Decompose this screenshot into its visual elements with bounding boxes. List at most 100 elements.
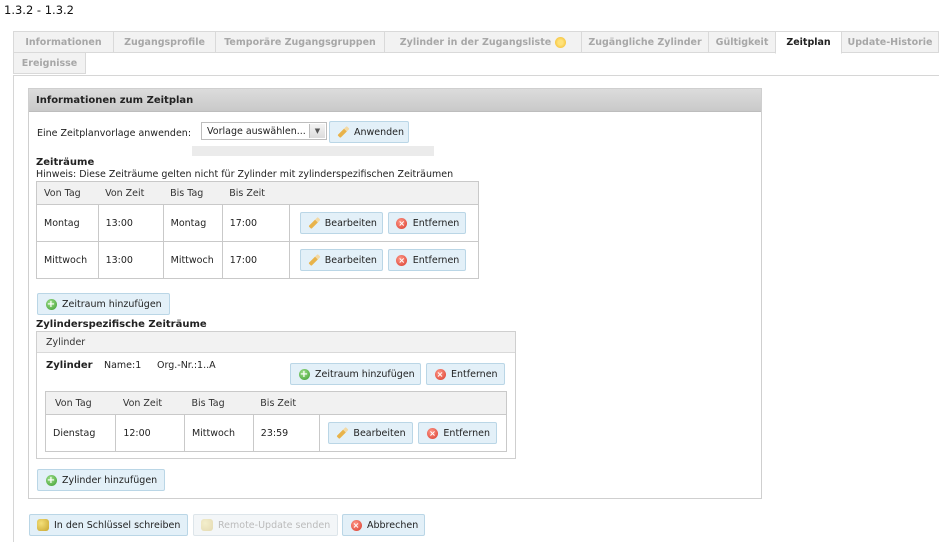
cell-to-day: Montag — [162, 204, 223, 242]
edit-button[interactable]: Bearbeiten — [328, 422, 414, 444]
cylinder-org-number: Org.-Nr.:1..A — [157, 360, 216, 371]
tab-label: Temporäre Zugangsgruppen — [224, 36, 376, 48]
remove-button[interactable]: × Entfernen — [418, 422, 498, 444]
edit-button[interactable]: Bearbeiten — [299, 249, 383, 271]
tab-gueltigkeit[interactable]: Gültigkeit — [708, 31, 776, 53]
tab-zugangsprofile[interactable]: Zugangsprofile — [113, 31, 216, 53]
edit-button[interactable]: Bearbeiten — [299, 212, 383, 234]
remove-icon: × — [426, 427, 438, 439]
column-header: Von Tag — [45, 391, 116, 415]
cell-actions: Bearbeiten × Entfernen — [288, 204, 480, 242]
write-to-key-button[interactable]: In den Schlüssel schreiben — [29, 514, 188, 536]
button-label: Entfernen — [412, 217, 460, 229]
button-label: Entfernen — [412, 254, 460, 266]
column-header: Bis Tag — [184, 391, 254, 415]
cell-from-day: Dienstag — [44, 414, 117, 452]
timeframes-hint: Hinweis: Diese Zeiträume gelten nicht fü… — [36, 169, 454, 180]
cell-actions: Bearbeiten × Entfernen — [319, 414, 507, 452]
pencil-icon — [337, 126, 349, 138]
table-row: Dienstag 12:00 Mittwoch 23:59 Bearbeiten… — [44, 414, 507, 452]
button-label: Entfernen — [443, 427, 490, 439]
cylinder-remove-button[interactable]: × Entfernen — [426, 363, 505, 385]
cell-to-time: 17:00 — [221, 241, 290, 279]
button-label: Zeitraum hinzufügen — [315, 368, 415, 380]
remove-icon: × — [434, 368, 446, 380]
cylinder-label: Zylinder — [46, 360, 93, 371]
cell-from-day: Montag — [36, 204, 99, 242]
add-timeframe-button[interactable]: + Zeitraum hinzufügen — [37, 293, 170, 315]
cylinder-name: Name:1 — [104, 360, 142, 371]
table-row: Montag 13:00 Montag 17:00 Bearbeiten × E… — [36, 204, 480, 242]
cancel-button[interactable]: × Abbrechen — [342, 514, 425, 536]
column-header: Von Zeit — [98, 181, 164, 205]
button-label: Bearbeiten — [353, 427, 406, 439]
cylinder-add-timeframe-button[interactable]: + Zeitraum hinzufügen — [290, 363, 421, 385]
timeframes-title: Zeiträume — [36, 157, 95, 168]
column-header-actions — [289, 181, 479, 205]
cell-from-day: Mittwoch — [36, 241, 99, 279]
tab-label: Zugangsprofile — [124, 36, 205, 48]
button-label: Zylinder hinzufügen — [62, 474, 158, 486]
template-label: Eine Zeitplanvorlage anwenden: — [37, 128, 192, 139]
table-header-row: Von Tag Von Zeit Bis Tag Bis Zeit — [36, 181, 479, 205]
tab-zugaengliche-zylinder[interactable]: Zugängliche Zylinder — [581, 31, 709, 53]
button-label: Zeitraum hinzufügen — [62, 298, 162, 310]
table-header-row: Von Tag Von Zeit Bis Tag Bis Zeit — [45, 391, 507, 415]
add-icon: + — [45, 474, 57, 486]
add-icon: + — [45, 298, 57, 310]
key-icon — [37, 519, 49, 531]
remote-update-button[interactable]: Remote-Update senden — [193, 514, 338, 536]
tab-update-historie[interactable]: Update-Historie — [841, 31, 939, 53]
column-header: Bis Zeit — [253, 391, 320, 415]
button-label: Remote-Update senden — [218, 519, 331, 531]
column-header: Bis Tag — [163, 181, 223, 205]
table-row: Mittwoch 13:00 Mittwoch 17:00 Bearbeiten… — [36, 241, 480, 279]
tab-label: Informationen — [25, 36, 102, 48]
cell-from-time: 13:00 — [97, 241, 164, 279]
tab-zylinder-in-zugangsliste[interactable]: Zylinder in der Zugangsliste — [384, 31, 582, 53]
tab-label: Ereignisse — [21, 57, 78, 69]
cell-from-time: 12:00 — [115, 414, 185, 452]
button-label: Bearbeiten — [324, 217, 377, 229]
panel-header: Informationen zum Zeitplan — [29, 89, 761, 112]
pencil-icon — [336, 427, 348, 439]
cell-actions: Bearbeiten × Entfernen — [288, 241, 480, 279]
tab-label: Zylinder in der Zugangsliste — [399, 36, 552, 48]
tab-ereignisse[interactable]: Ereignisse — [13, 52, 86, 74]
column-header: Bis Zeit — [222, 181, 290, 205]
column-header-actions — [319, 391, 507, 415]
cell-to-time: 23:59 — [252, 414, 321, 452]
pencil-icon — [308, 254, 320, 266]
template-select[interactable]: Vorlage auswählen... ▼ — [201, 122, 327, 140]
cell-from-time: 13:00 — [97, 204, 164, 242]
divider-strip — [192, 146, 434, 156]
tab-informationen[interactable]: Informationen — [13, 31, 114, 53]
remove-button[interactable]: × Entfernen — [387, 212, 466, 234]
tab-label: Update-Historie — [847, 36, 933, 48]
tab-bar: Informationen Zugangsprofile Temporäre Z… — [13, 31, 939, 75]
column-header: Von Zeit — [115, 391, 185, 415]
add-cylinder-button[interactable]: + Zylinder hinzufügen — [37, 469, 165, 491]
sun-icon — [555, 36, 567, 48]
cancel-icon: × — [350, 519, 362, 531]
cell-to-time: 17:00 — [221, 204, 290, 242]
tab-label: Zugängliche Zylinder — [588, 36, 702, 48]
remove-button[interactable]: × Entfernen — [387, 249, 466, 271]
button-label: Bearbeiten — [324, 254, 377, 266]
template-select-value: Vorlage auswählen... — [207, 125, 306, 137]
button-label: Abbrechen — [367, 519, 419, 531]
content-border — [13, 75, 14, 542]
tab-temporaere-zugangsgruppen[interactable]: Temporäre Zugangsgruppen — [215, 31, 385, 53]
apply-template-button[interactable]: Anwenden — [329, 121, 409, 143]
key-icon — [201, 519, 213, 531]
cell-to-day: Mittwoch — [183, 414, 254, 452]
button-label: Anwenden — [354, 126, 405, 138]
button-label: In den Schlüssel schreiben — [54, 519, 181, 531]
cylinder-timeframes-title: Zylinderspezifische Zeiträume — [36, 319, 207, 330]
column-header: Von Tag — [36, 181, 99, 205]
tab-zeitplan[interactable]: Zeitplan — [775, 31, 842, 54]
timeframes-table: Von Tag Von Zeit Bis Tag Bis Zeit Montag… — [36, 181, 480, 279]
chevron-down-icon: ▼ — [309, 124, 325, 138]
tab-label: Zeitplan — [786, 37, 831, 48]
cylinder-box-header: Zylinder — [37, 332, 515, 353]
